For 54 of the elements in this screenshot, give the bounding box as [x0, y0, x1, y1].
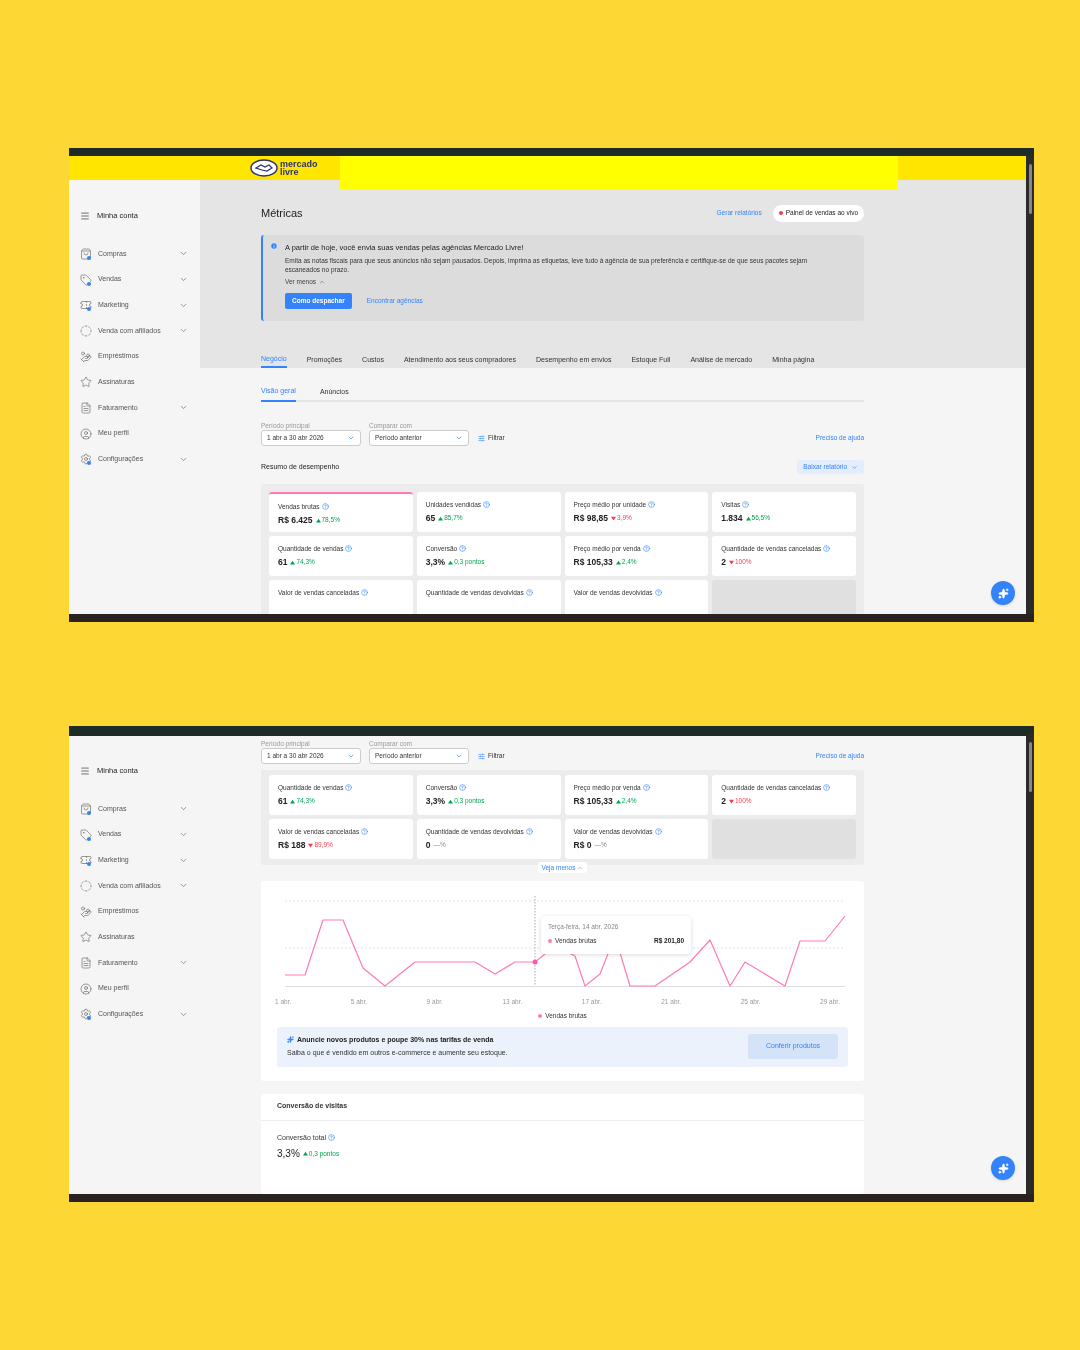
metric-value: 3,3%	[425, 794, 446, 808]
help-icon[interactable]	[361, 589, 369, 597]
metric-value: 61	[278, 555, 288, 569]
chevron-icon	[455, 752, 463, 760]
metric-value: 2	[721, 794, 726, 808]
help-icon[interactable]	[361, 828, 369, 836]
help-icon[interactable]	[321, 503, 329, 511]
metric-value: R$ 188	[278, 838, 306, 852]
chevron-icon	[347, 752, 355, 760]
metric-value: 2	[721, 555, 726, 569]
help-icon[interactable]	[654, 589, 662, 597]
sparkle-icon	[997, 587, 1009, 599]
metric-value: 65	[425, 511, 436, 525]
metric-value: R$ 6.425	[278, 513, 313, 527]
help-icon[interactable]	[459, 784, 467, 792]
metric-value: R$ 105,33	[573, 555, 613, 569]
help-icon[interactable]	[654, 828, 662, 836]
filter-icon	[478, 434, 485, 442]
page-title: Métricas	[261, 205, 303, 221]
help-icon[interactable]	[328, 1134, 336, 1142]
assistant-button[interactable]	[991, 1156, 1015, 1180]
help-icon[interactable]	[525, 828, 533, 836]
metric-value: 1.834	[721, 511, 743, 525]
help-icon[interactable]	[345, 545, 353, 553]
brand-logo[interactable]: mercado livre	[250, 159, 318, 177]
help-icon[interactable]	[823, 784, 831, 792]
menu-icon[interactable]	[80, 766, 90, 776]
chevron-icon	[347, 434, 355, 442]
metric-value: 3,3%	[425, 555, 446, 569]
chevron-icon	[577, 864, 584, 871]
help-icon[interactable]	[742, 501, 750, 509]
sparkle-icon	[287, 1036, 294, 1044]
assistant-button[interactable]	[991, 581, 1015, 605]
metric-value: R$ 105,33	[573, 794, 613, 808]
metric-value: R$ 98,85	[573, 511, 608, 525]
chevron-icon	[851, 463, 858, 471]
help-icon[interactable]	[525, 589, 533, 597]
help-icon[interactable]	[459, 545, 467, 553]
help-icon[interactable]	[483, 501, 491, 509]
chevron-icon	[319, 279, 326, 286]
metric-value: 0	[425, 838, 431, 852]
help-icon[interactable]	[823, 545, 831, 553]
metric-value: 61	[278, 794, 288, 808]
metric-value: R$ 0	[573, 838, 592, 852]
help-icon[interactable]	[345, 784, 353, 792]
help-icon[interactable]	[642, 784, 650, 792]
info-icon	[270, 242, 278, 250]
menu-icon[interactable]	[80, 211, 90, 221]
help-icon[interactable]	[642, 545, 650, 553]
filter-icon	[478, 752, 485, 760]
sparkle-icon	[997, 1162, 1009, 1174]
help-icon[interactable]	[648, 501, 656, 509]
metric-value: 3,3%	[277, 1147, 300, 1161]
chevron-icon	[455, 434, 463, 442]
